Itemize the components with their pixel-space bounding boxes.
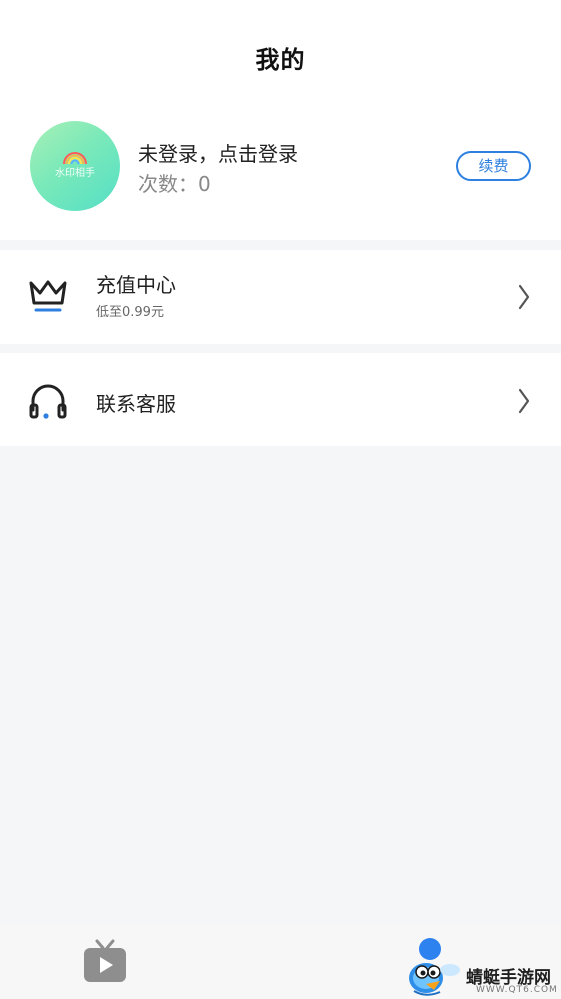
menu-item-recharge[interactable]: 充值中心 低至0.99元 (0, 250, 561, 344)
renew-button[interactable]: 续费 (456, 151, 531, 181)
usage-count: 次数：0 (138, 168, 211, 197)
tv-play-icon[interactable] (82, 938, 128, 984)
watermark: 蜻蜓手游网 WWW.QT6.COM (404, 930, 561, 999)
login-prompt-link[interactable]: 未登录，点击登录 (138, 138, 298, 167)
menu-item-customer-service[interactable]: 联系客服 (0, 353, 561, 446)
avatar-text: 水印相手 (55, 168, 95, 179)
avatar[interactable]: 水印相手 (30, 121, 120, 211)
recharge-subtitle: 低至0.99元 (96, 305, 164, 320)
page-title: 我的 (255, 46, 306, 74)
dragonfly-logo-icon (409, 963, 460, 996)
recharge-title: 充值中心 (96, 273, 176, 297)
chevron-right-icon (518, 284, 530, 310)
watermark-url: WWW.QT6.COM (476, 985, 558, 995)
customer-service-title: 联系客服 (96, 392, 176, 416)
chevron-right-icon (518, 388, 530, 414)
headset-icon (29, 384, 67, 419)
crown-icon (29, 280, 67, 312)
rainbow-icon (63, 152, 87, 165)
profile-header: 我的 水印相手 未登录，点击登录 次数：0 续费 (0, 0, 561, 240)
profile-page: 我的 水印相手 未登录，点击登录 次数：0 续费 充值中心 低至0.99元 联系… (0, 0, 561, 999)
count-value: 0 (198, 172, 211, 196)
count-label: 次数： (138, 172, 198, 196)
